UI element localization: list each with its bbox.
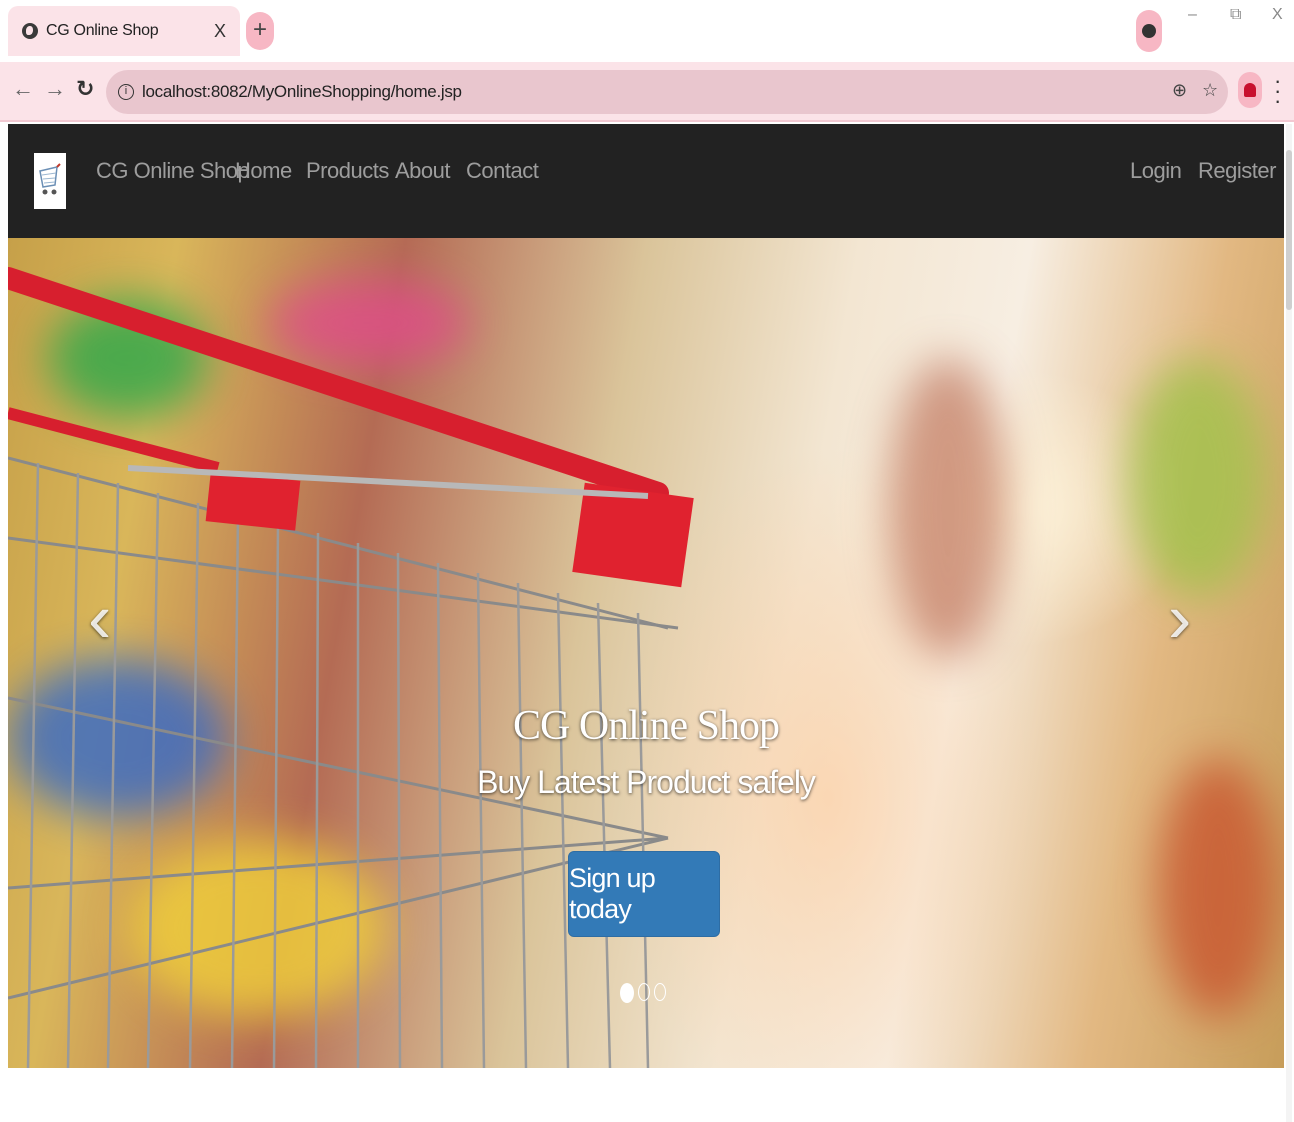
window-minimize-button[interactable]: – xyxy=(1188,6,1197,24)
carousel-next-arrow[interactable]: › xyxy=(1168,578,1191,658)
nav-link-contact[interactable]: Contact xyxy=(466,158,539,184)
navbar-brand[interactable]: CG Online Shop xyxy=(96,158,250,184)
address-url: localhost:8082/MyOnlineShopping/home.jsp xyxy=(142,82,462,101)
tab-close-button[interactable]: X xyxy=(214,21,226,42)
profile-avatar-icon[interactable] xyxy=(1238,72,1262,108)
site-navbar: CG Online Shop Home Products About Conta… xyxy=(8,124,1284,238)
zoom-icon[interactable]: ⊕ xyxy=(1172,80,1187,101)
globe-icon xyxy=(22,23,38,39)
shop-cart-logo-icon[interactable] xyxy=(34,153,66,209)
carousel-indicator-dot[interactable] xyxy=(638,983,650,1001)
browser-menu-icon[interactable]: · · · xyxy=(1274,70,1281,112)
extension-icon[interactable] xyxy=(1136,10,1162,52)
tab-title: CG Online Shop xyxy=(46,22,159,39)
bookmark-star-icon[interactable]: ☆ xyxy=(1202,80,1218,101)
window-restore-button[interactable]: ⧉ xyxy=(1230,6,1241,24)
sign-up-button[interactable]: Sign up today xyxy=(568,851,720,937)
site-info-icon[interactable]: i xyxy=(118,84,134,100)
carousel-indicator-dot[interactable] xyxy=(654,983,666,1001)
nav-link-products[interactable]: Products xyxy=(306,158,389,184)
browser-tabstrip: CG Online Shop X + – ⧉ X xyxy=(0,0,1294,62)
carousel-indicator-dot[interactable] xyxy=(620,983,634,1003)
new-tab-button[interactable]: + xyxy=(246,12,274,50)
reload-icon[interactable]: ↻ xyxy=(76,76,94,102)
carousel-prev-arrow[interactable]: ‹ xyxy=(88,578,111,658)
nav-link-login[interactable]: Login xyxy=(1130,158,1182,184)
hero-title: CG Online Shop xyxy=(512,703,780,749)
scrollbar-thumb[interactable] xyxy=(1286,150,1292,310)
shopping-cart-image xyxy=(8,267,694,1068)
nav-link-about[interactable]: About xyxy=(395,158,451,184)
carousel-indicators xyxy=(620,983,666,1003)
window-close-button[interactable]: X xyxy=(1272,6,1283,24)
nav-link-register[interactable]: Register xyxy=(1198,158,1276,184)
hero-subtitle: Buy Latest Product safely xyxy=(477,764,816,800)
address-bar[interactable]: i localhost:8082/MyOnlineShopping/home.j… xyxy=(106,70,1228,114)
browser-tab-active[interactable]: CG Online Shop X xyxy=(8,6,240,56)
browser-toolbar: ← → ↻ i localhost:8082/MyOnlineShopping/… xyxy=(0,62,1294,122)
back-arrow-icon[interactable]: ← xyxy=(12,76,34,102)
nav-link-home[interactable]: Home xyxy=(235,158,292,184)
hero-carousel: ‹ › CG Online Shop Buy Latest Product sa… xyxy=(8,238,1284,1068)
forward-arrow-icon[interactable]: → xyxy=(44,76,66,102)
